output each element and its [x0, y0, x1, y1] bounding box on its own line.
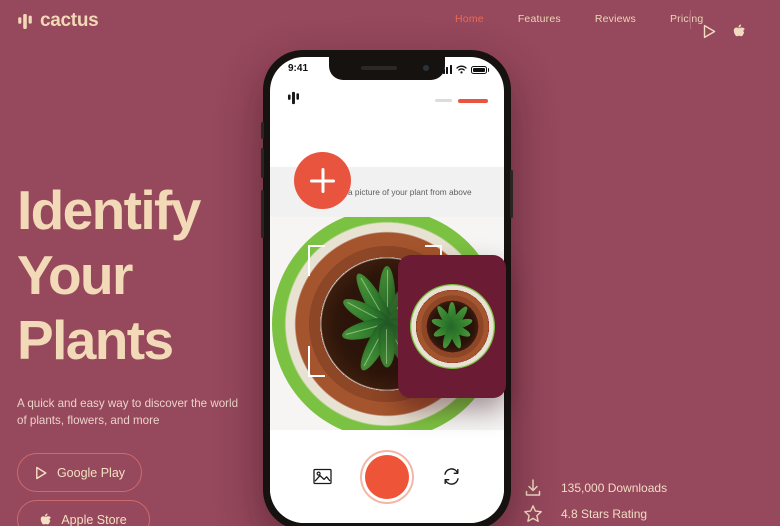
- status-time: 9:41: [288, 63, 309, 74]
- app-tab-indicators[interactable]: [435, 99, 488, 103]
- apple-store-button-label: Apple Store: [61, 512, 127, 526]
- hero-subtitle: A quick and easy way to discover the wor…: [17, 397, 239, 427]
- flip-camera-icon[interactable]: [442, 468, 461, 485]
- nav-links: Home Features Reviews Pricing: [455, 13, 703, 25]
- stat-rating: 4.8 Stars Rating: [523, 504, 667, 524]
- nav-divider: [690, 10, 691, 29]
- hero-title-line-1: Identify: [17, 179, 201, 241]
- apple-icon[interactable]: [733, 24, 746, 39]
- rating-label: 4.8 Stars Rating: [561, 507, 648, 521]
- camera-controls: [270, 430, 504, 523]
- brand-logo[interactable]: cactus: [17, 10, 99, 32]
- tab-active-indicator[interactable]: [458, 99, 488, 103]
- page-title: Identify Your Plants: [17, 178, 287, 373]
- nav-link-reviews[interactable]: Reviews: [595, 13, 636, 25]
- google-play-icon: [34, 466, 48, 480]
- wifi-icon: [455, 65, 467, 74]
- hero-title-line-2: Your: [17, 244, 133, 306]
- plant-thumbnail: [409, 284, 495, 369]
- top-navigation: cactus Home Features Reviews Pricing: [0, 0, 780, 42]
- landing-page: cactus Home Features Reviews Pricing Ide…: [0, 0, 780, 526]
- stats-block: 135,000 Downloads 4.8 Stars Rating: [523, 478, 667, 524]
- brand-name: cactus: [40, 10, 99, 31]
- apple-store-button[interactable]: Apple Store: [17, 500, 150, 526]
- apple-icon: [40, 512, 52, 526]
- status-icons: [439, 65, 489, 74]
- shutter-button[interactable]: [364, 454, 409, 499]
- phone-notch: [329, 57, 445, 80]
- nav-link-home[interactable]: Home: [455, 13, 484, 25]
- store-buttons: Google Play Apple Store: [17, 453, 287, 526]
- gallery-icon[interactable]: [313, 468, 332, 485]
- hint-text: a picture of your plant from above: [348, 187, 472, 197]
- battery-icon: [470, 66, 489, 74]
- app-header: [270, 84, 504, 116]
- nav-link-pricing[interactable]: Pricing: [670, 13, 704, 25]
- google-play-button-label: Google Play: [56, 465, 126, 480]
- volume-up-button[interactable]: [261, 122, 264, 139]
- google-play-icon[interactable]: [702, 24, 717, 39]
- nav-link-features[interactable]: Features: [518, 13, 561, 25]
- download-icon: [523, 478, 543, 498]
- tab-inactive-indicator[interactable]: [435, 99, 452, 103]
- add-photo-button[interactable]: [294, 152, 351, 209]
- power-button[interactable]: [510, 170, 513, 218]
- cactus-icon: [287, 91, 300, 105]
- front-camera-icon: [423, 65, 429, 71]
- hero-title-line-3: Plants: [17, 309, 174, 371]
- cactus-icon: [17, 13, 33, 30]
- stat-downloads: 135,000 Downloads: [523, 478, 667, 498]
- hero-section: Identify Your Plants A quick and easy wa…: [17, 178, 287, 526]
- downloads-label: 135,000 Downloads: [561, 481, 668, 495]
- speaker-grill: [361, 66, 397, 70]
- star-icon: [523, 504, 543, 524]
- plant-result-card[interactable]: [398, 255, 506, 398]
- google-play-button[interactable]: Google Play: [17, 453, 142, 492]
